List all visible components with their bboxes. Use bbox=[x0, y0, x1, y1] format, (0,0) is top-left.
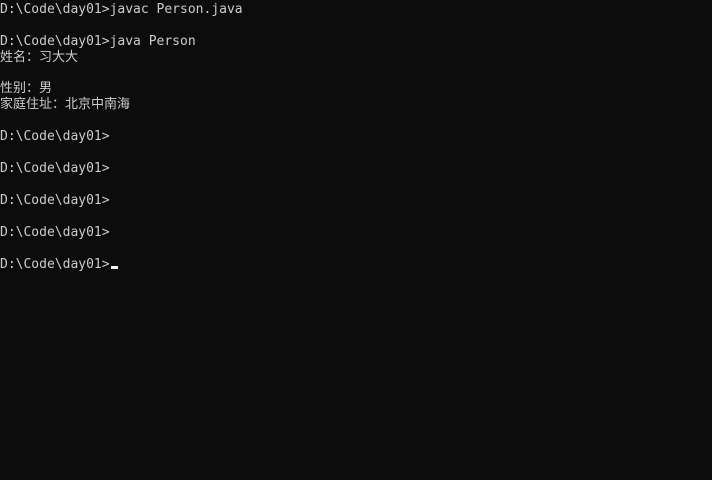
text-cursor bbox=[110, 266, 118, 269]
console-line: D:\Code\day01> bbox=[0, 225, 110, 240]
console-line: 性别：男 bbox=[0, 81, 53, 96]
console-line: 姓名：习大大 bbox=[0, 50, 79, 65]
console-line: D:\Code\day01> bbox=[0, 129, 110, 144]
console-output[interactable]: D:\Code\day01>javac Person.java D:\Code\… bbox=[0, 0, 712, 480]
prompt-text: D:\Code\day01> bbox=[0, 257, 110, 272]
console-line: D:\Code\day01> bbox=[0, 193, 110, 208]
console-line: D:\Code\day01>javac Person.java bbox=[0, 2, 243, 17]
console-prompt-line: D:\Code\day01> bbox=[0, 257, 118, 273]
console-line: 家庭住址：北京中南海 bbox=[0, 97, 131, 112]
console-line: D:\Code\day01>java Person bbox=[0, 34, 196, 49]
console-line: D:\Code\day01> bbox=[0, 161, 110, 176]
